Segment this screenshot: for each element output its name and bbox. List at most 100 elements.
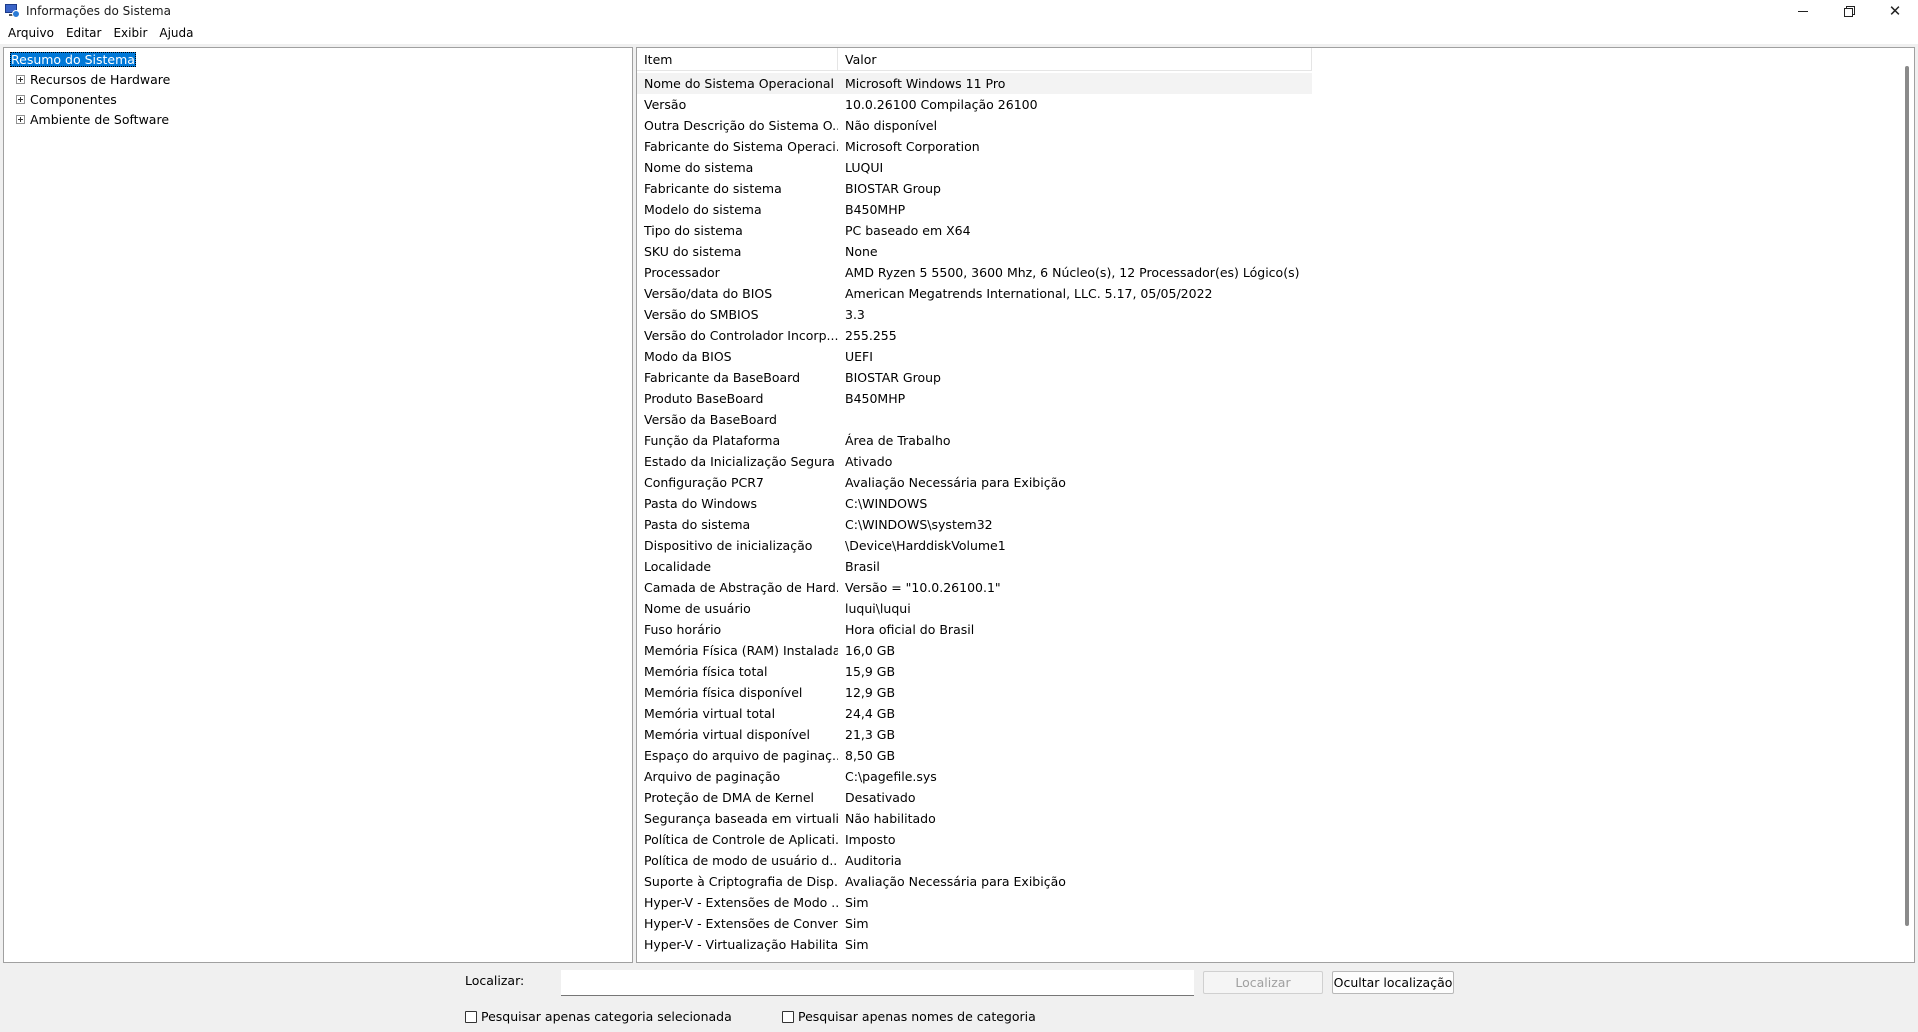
table-row[interactable]: Memória virtual disponível 21,3 GB xyxy=(637,724,1312,745)
details-list[interactable]: Item Valor Nome do Sistema Operacional Mi… xyxy=(636,47,1915,963)
checkbox-box[interactable] xyxy=(782,1010,794,1023)
table-row[interactable]: Versão 10.0.26100 Compilação 26100 xyxy=(637,94,1312,115)
checkbox-box[interactable] xyxy=(465,1010,477,1023)
table-row[interactable]: Pasta do Windows C:\WINDOWS xyxy=(637,493,1312,514)
table-row[interactable]: Localidade Brasil xyxy=(637,556,1312,577)
vertical-scrollbar[interactable] xyxy=(1900,48,1914,962)
row-value: luqui\luqui xyxy=(845,601,911,616)
table-row[interactable]: Hyper-V - Extensões de Modo ... Sim xyxy=(637,892,1312,913)
expand-icon[interactable] xyxy=(16,114,25,124)
table-row[interactable]: Hyper-V - Virtualização Habilita... Sim xyxy=(637,934,1312,955)
tree-item-label: Ambiente de Software xyxy=(30,111,170,127)
table-row[interactable]: Proteção de DMA de Kernel Desativado xyxy=(637,787,1312,808)
row-item: Tipo do sistema xyxy=(644,223,743,238)
row-value: Auditoria xyxy=(845,853,902,868)
menu-ajuda[interactable]: Ajuda xyxy=(153,26,199,40)
row-item: Modelo do sistema xyxy=(644,202,762,217)
row-value: 3.3 xyxy=(845,307,865,322)
row-value: Brasil xyxy=(845,559,880,574)
tree-item-resumo-do-sistema[interactable]: Resumo do Sistema xyxy=(10,50,136,68)
row-value: Não habilitado xyxy=(845,811,936,826)
table-row[interactable]: Versão/data do BIOS American Megatrends I… xyxy=(637,283,1312,304)
checkbox-label: Pesquisar apenas categoria selecionada xyxy=(481,1009,732,1024)
table-row[interactable]: Estado da Inicialização Segura Ativado xyxy=(637,451,1312,472)
find-button[interactable]: Localizar xyxy=(1203,971,1323,994)
row-item: Modo da BIOS xyxy=(644,349,732,364)
table-row[interactable]: Pasta do sistema C:\WINDOWS\system32 xyxy=(637,514,1312,535)
tree-item-componentes[interactable]: Componentes xyxy=(10,90,117,108)
menu-exibir[interactable]: Exibir xyxy=(107,26,153,40)
close-button[interactable]: ✕ xyxy=(1872,0,1918,22)
row-value: 10.0.26100 Compilação 26100 xyxy=(845,97,1038,112)
row-item: Versão do Controlador Incorp... xyxy=(644,328,838,343)
table-row[interactable]: Memória física total 15,9 GB xyxy=(637,661,1312,682)
table-row[interactable]: Nome de usuário luqui\luqui xyxy=(637,598,1312,619)
table-row[interactable]: Hyper-V - Extensões de Conver... Sim xyxy=(637,913,1312,934)
expand-icon[interactable] xyxy=(16,74,25,84)
table-row[interactable]: Camada de Abstração de Hard... Versão = "… xyxy=(637,577,1312,598)
row-item: Memória virtual disponível xyxy=(644,727,810,742)
table-row[interactable]: Segurança baseada em virtuali... Não habi… xyxy=(637,808,1312,829)
minimize-button[interactable] xyxy=(1780,0,1826,22)
list-rows: Nome do Sistema Operacional Microsoft Win… xyxy=(637,73,1312,955)
table-row[interactable]: Função da Plataforma Área de Trabalho xyxy=(637,430,1312,451)
row-value: Área de Trabalho xyxy=(845,433,951,448)
row-item: Hyper-V - Virtualização Habilita... xyxy=(644,937,838,952)
table-row[interactable]: Produto BaseBoard B450MHP xyxy=(637,388,1312,409)
restore-button[interactable] xyxy=(1826,0,1872,22)
category-tree[interactable]: Resumo do Sistema Recursos de Hardware C… xyxy=(3,47,633,963)
table-row[interactable]: Versão do SMBIOS 3.3 xyxy=(637,304,1312,325)
find-input[interactable] xyxy=(561,970,1194,996)
table-row[interactable]: Processador AMD Ryzen 5 5500, 3600 Mhz, 6… xyxy=(637,262,1312,283)
column-header-item[interactable]: Item xyxy=(637,48,838,71)
table-row[interactable]: Versão do Controlador Incorp... 255.255 xyxy=(637,325,1312,346)
table-row[interactable]: Memória física disponível 12,9 GB xyxy=(637,682,1312,703)
restore-icon xyxy=(1844,6,1855,17)
menu-editar[interactable]: Editar xyxy=(60,26,108,40)
row-value: 12,9 GB xyxy=(845,685,896,700)
row-value: Sim xyxy=(845,937,869,952)
row-value: Avaliação Necessária para Exibição xyxy=(845,874,1066,889)
table-row[interactable]: Fabricante do sistema BIOSTAR Group xyxy=(637,178,1312,199)
table-row[interactable]: Arquivo de paginação C:\pagefile.sys xyxy=(637,766,1312,787)
search-category-names-checkbox[interactable]: Pesquisar apenas nomes de categoria xyxy=(782,1009,1036,1024)
table-row[interactable]: Modelo do sistema B450MHP xyxy=(637,199,1312,220)
row-value: AMD Ryzen 5 5500, 3600 Mhz, 6 Núcleo(s),… xyxy=(845,265,1300,280)
row-item: Estado da Inicialização Segura xyxy=(644,454,835,469)
table-row[interactable]: Nome do Sistema Operacional Microsoft Win… xyxy=(637,73,1312,94)
row-value: Não disponível xyxy=(845,118,938,133)
table-row[interactable]: SKU do sistema None xyxy=(637,241,1312,262)
table-row[interactable]: Modo da BIOS UEFI xyxy=(637,346,1312,367)
table-row[interactable]: Fabricante da BaseBoard BIOSTAR Group xyxy=(637,367,1312,388)
tree-item-recursos-de-hardware[interactable]: Recursos de Hardware xyxy=(10,70,170,88)
table-row[interactable]: Fuso horário Hora oficial do Brasil xyxy=(637,619,1312,640)
table-row[interactable]: Tipo do sistema PC baseado em X64 xyxy=(637,220,1312,241)
row-value: UEFI xyxy=(845,349,873,364)
table-row[interactable]: Dispositivo de inicialização \Device\Hard… xyxy=(637,535,1312,556)
search-selected-category-checkbox[interactable]: Pesquisar apenas categoria selecionada xyxy=(465,1009,732,1024)
table-row[interactable]: Fabricante do Sistema Operaci... Microsof… xyxy=(637,136,1312,157)
table-row[interactable]: Outra Descrição do Sistema O... Não dispo… xyxy=(637,115,1312,136)
table-row[interactable]: Política de modo de usuário d... Auditori… xyxy=(637,850,1312,871)
scrollbar-thumb[interactable] xyxy=(1905,66,1909,926)
menu-arquivo[interactable]: Arquivo xyxy=(2,26,60,40)
table-row[interactable]: Memória virtual total 24,4 GB xyxy=(637,703,1312,724)
table-row[interactable]: Configuração PCR7 Avaliação Necessária pa… xyxy=(637,472,1312,493)
row-item: Memória Física (RAM) Instalada xyxy=(644,643,838,658)
row-item: Arquivo de paginação xyxy=(644,769,781,784)
row-item: Versão/data do BIOS xyxy=(644,286,773,301)
table-row[interactable]: Espaço do arquivo de paginaç... 8,50 GB xyxy=(637,745,1312,766)
tree-item-ambiente-de-software[interactable]: Ambiente de Software xyxy=(10,110,169,128)
row-item: Nome de usuário xyxy=(644,601,751,616)
expand-icon[interactable] xyxy=(16,94,25,104)
table-row[interactable]: Política de Controle de Aplicati... Impos… xyxy=(637,829,1312,850)
table-row[interactable]: Versão da BaseBoard xyxy=(637,409,1312,430)
table-row[interactable]: Nome do sistema LUQUI xyxy=(637,157,1312,178)
row-item: Memória física disponível xyxy=(644,685,803,700)
table-row[interactable]: Memória Física (RAM) Instalada 16,0 GB xyxy=(637,640,1312,661)
hide-find-button[interactable]: Ocultar localização xyxy=(1332,971,1454,994)
table-row[interactable]: Suporte à Criptografia de Disp... Avaliaç… xyxy=(637,871,1312,892)
column-header-value[interactable]: Valor xyxy=(838,48,1312,71)
row-item: Nome do sistema xyxy=(644,160,754,175)
row-item: Pasta do sistema xyxy=(644,517,751,532)
